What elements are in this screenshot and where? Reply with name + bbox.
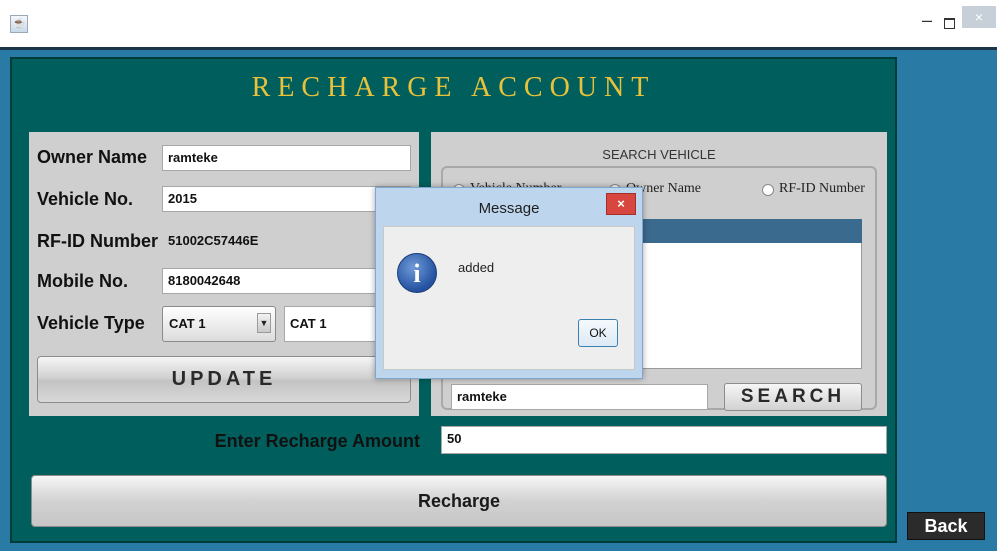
dialog-title: Message: [478, 200, 540, 217]
rfid-field: 51002C57446E: [162, 228, 411, 254]
mobile-no-label: Mobile No.: [37, 271, 128, 291]
info-icon: i: [397, 253, 437, 293]
mobile-no-field[interactable]: 8180042648: [162, 268, 411, 294]
recharge-amount-input[interactable]: 50: [441, 426, 887, 454]
page-title: RECHARGE ACCOUNT: [251, 72, 656, 103]
java-app-icon: ☕: [10, 15, 28, 33]
recharge-amount-label: Enter Recharge Amount: [214, 431, 420, 451]
vehicle-no-field[interactable]: 2015: [162, 186, 411, 212]
owner-name-label: Owner Name: [37, 147, 148, 167]
window-close-button[interactable]: ×: [962, 6, 996, 28]
chevron-down-icon[interactable]: ▼: [257, 313, 271, 333]
vehicle-no-label: Vehicle No.: [37, 189, 134, 209]
vehicle-type-label: Vehicle Type: [37, 313, 145, 333]
recharge-button[interactable]: Recharge: [31, 475, 887, 527]
maximize-icon: [944, 18, 955, 29]
owner-name-field[interactable]: ramteke: [162, 145, 411, 171]
search-vehicle-title: SEARCH VEHICLE: [602, 147, 716, 162]
update-button[interactable]: UPDATE: [37, 356, 411, 403]
back-button[interactable]: Back: [907, 512, 985, 540]
maximize-button[interactable]: [940, 14, 958, 32]
dialog-message: added: [458, 260, 495, 275]
radio-rfid-number[interactable]: [762, 184, 774, 196]
minimize-button[interactable]: –: [918, 11, 936, 32]
dialog-ok-button[interactable]: OK: [578, 319, 618, 347]
search-input[interactable]: ramteke: [451, 384, 708, 410]
window-title-bar: [0, 0, 997, 47]
search-button[interactable]: SEARCH: [724, 383, 862, 411]
radio-rfid-number-label: RF-ID Number: [779, 181, 865, 196]
dialog-close-button[interactable]: ×: [606, 193, 636, 215]
rfid-label: RF-ID Number: [37, 231, 158, 251]
dialog-body: [383, 226, 635, 370]
